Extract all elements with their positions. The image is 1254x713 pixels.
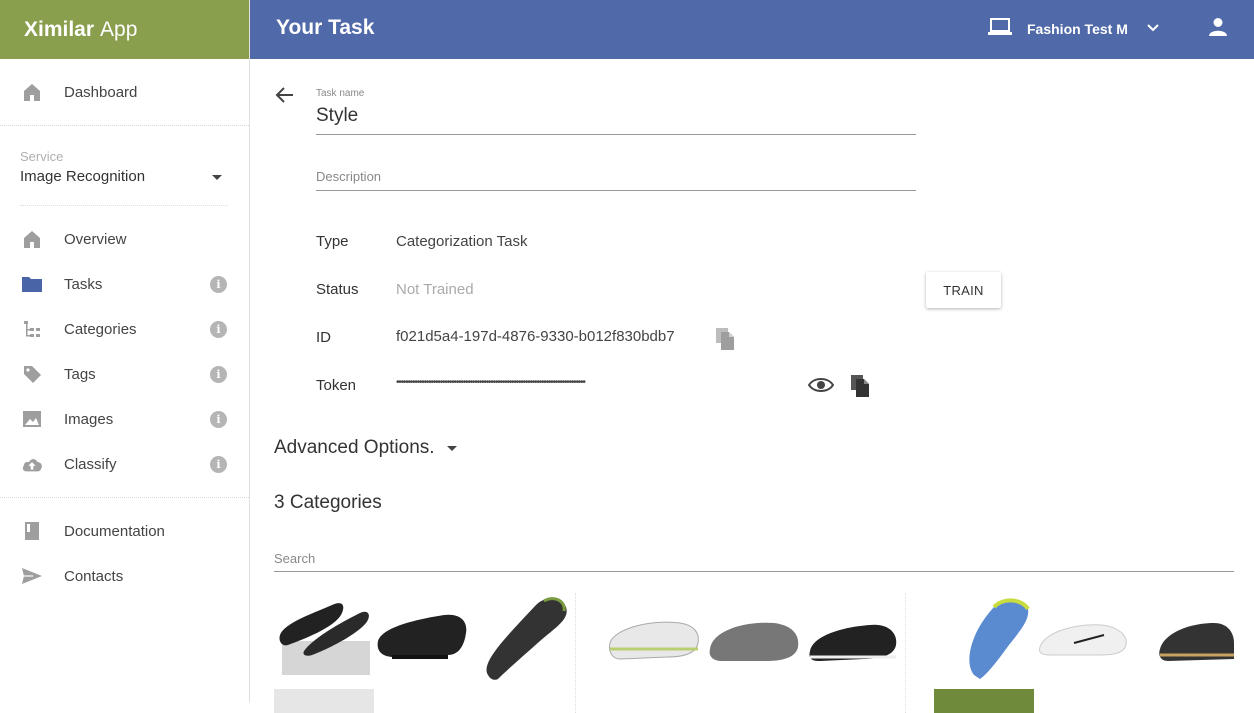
sidebar-item-dashboard[interactable]: Dashboard xyxy=(0,72,249,112)
category-image xyxy=(934,689,1034,713)
status-label: Status xyxy=(316,281,359,298)
sidebar-divider xyxy=(0,125,249,126)
category-image xyxy=(1134,593,1234,693)
service-select[interactable]: Image Recognition xyxy=(20,168,228,192)
advanced-options-label: Advanced Options. xyxy=(274,437,435,458)
cloud-upload-icon xyxy=(21,453,43,475)
home-icon xyxy=(21,81,43,103)
description-input[interactable]: Description xyxy=(316,169,381,184)
search-underline xyxy=(274,571,1234,572)
search-input[interactable] xyxy=(274,547,1234,571)
category-image xyxy=(274,593,374,693)
category-card[interactable] xyxy=(274,593,576,713)
book-icon xyxy=(21,520,43,542)
send-icon xyxy=(21,565,43,587)
service-underline xyxy=(20,205,228,206)
sidebar-item-tags[interactable]: Tags i xyxy=(0,354,249,394)
id-label: ID xyxy=(316,329,331,346)
user-icon[interactable] xyxy=(1208,17,1228,42)
category-image xyxy=(604,593,704,693)
caret-down-icon xyxy=(446,445,457,451)
page-title: Your Task xyxy=(276,16,375,39)
category-card[interactable] xyxy=(604,593,906,713)
sidebar-item-label: Tasks xyxy=(64,275,103,293)
sidebar-item-label: Dashboard xyxy=(64,83,138,101)
copy-icon[interactable] xyxy=(849,374,871,403)
brand-suffix: App xyxy=(100,17,138,41)
type-value: Categorization Task xyxy=(396,233,528,250)
tag-icon xyxy=(21,363,43,385)
type-label: Type xyxy=(316,233,349,250)
eye-icon[interactable] xyxy=(807,376,835,399)
category-image xyxy=(374,593,474,693)
category-image xyxy=(274,689,374,713)
category-image xyxy=(1034,593,1134,693)
service-value: Image Recognition xyxy=(20,168,146,185)
copy-icon[interactable] xyxy=(714,327,736,356)
service-label: Service xyxy=(20,149,64,164)
info-icon[interactable]: i xyxy=(210,455,227,473)
sidebar-item-tasks[interactable]: Tasks i xyxy=(0,264,249,304)
sidebar-item-classify[interactable]: Classify i xyxy=(0,444,249,484)
id-value: f021d5a4-197d-4876-9330-b012f830bdb7 xyxy=(396,328,675,345)
sidebar-item-label: Categories xyxy=(64,320,137,338)
category-image xyxy=(934,593,1034,693)
account-name: Fashion Test M xyxy=(1027,21,1128,37)
sidebar: Ximilar App Dashboard Service Image Reco… xyxy=(0,0,250,702)
token-label: Token xyxy=(316,377,357,394)
chevron-down-icon xyxy=(1146,20,1160,38)
account-switcher[interactable]: Fashion Test M xyxy=(987,14,1160,44)
top-bar: Your Task Fashion Test M xyxy=(250,0,1254,59)
sidebar-item-label: Documentation xyxy=(64,522,165,540)
brand-name: Ximilar xyxy=(24,17,95,41)
categories-heading: 3 Categories xyxy=(274,492,382,513)
main-content: Task name Style Description Type Categor… xyxy=(250,59,1254,713)
description-underline xyxy=(316,190,916,191)
category-image xyxy=(804,593,904,693)
laptop-icon xyxy=(987,17,1013,41)
home-icon xyxy=(21,228,43,250)
info-icon[interactable]: i xyxy=(210,275,227,293)
advanced-options-toggle[interactable]: Advanced Options. xyxy=(274,437,457,459)
sidebar-item-documentation[interactable]: Documentation xyxy=(0,511,249,551)
sidebar-item-label: Overview xyxy=(64,230,127,248)
sidebar-item-label: Classify xyxy=(64,455,117,473)
sidebar-item-contacts[interactable]: Contacts xyxy=(0,556,249,596)
sidebar-divider xyxy=(0,497,249,498)
sidebar-item-label: Images xyxy=(64,410,114,428)
sidebar-item-label: Tags xyxy=(64,365,96,383)
token-value: ••••••••••••••••••••••••••••••••••••••••… xyxy=(396,377,586,388)
status-value: Not Trained xyxy=(396,281,474,298)
info-icon[interactable]: i xyxy=(210,365,227,383)
task-name-label: Task name xyxy=(316,88,365,99)
sidebar-item-overview[interactable]: Overview xyxy=(0,219,249,259)
tree-structure-icon xyxy=(21,318,43,340)
sidebar-item-categories[interactable]: Categories i xyxy=(0,309,249,349)
folder-icon xyxy=(21,273,43,295)
train-button[interactable]: TRAIN xyxy=(926,272,1001,308)
sidebar-item-images[interactable]: Images i xyxy=(0,399,249,439)
info-icon[interactable]: i xyxy=(210,320,227,338)
sidebar-item-label: Contacts xyxy=(64,567,124,585)
category-card[interactable] xyxy=(934,593,1236,713)
category-image xyxy=(474,593,574,693)
task-name-input[interactable]: Style xyxy=(316,105,358,127)
arrow-left-icon[interactable] xyxy=(275,86,295,109)
info-icon[interactable]: i xyxy=(210,410,227,428)
task-name-underline xyxy=(316,134,916,135)
app-logo[interactable]: Ximilar App xyxy=(0,0,249,59)
category-image xyxy=(704,593,804,693)
image-icon xyxy=(21,408,43,430)
caret-down-icon xyxy=(212,175,222,180)
